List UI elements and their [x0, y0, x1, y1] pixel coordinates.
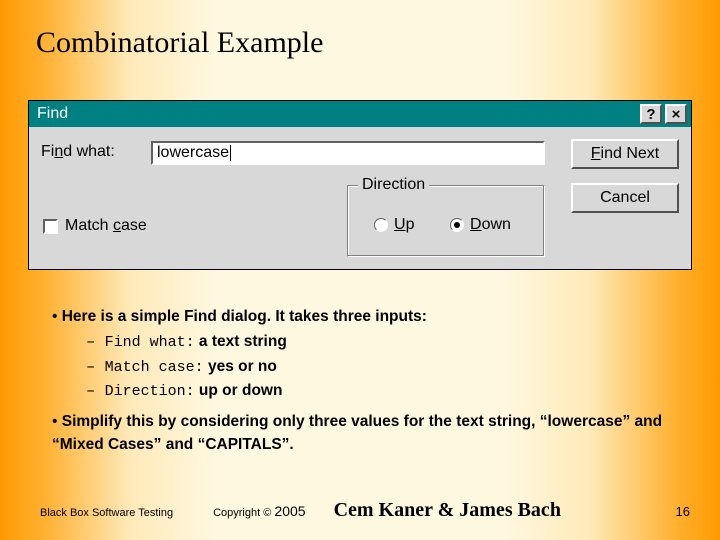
- bullet-text: Simplify this by considering only three …: [52, 413, 662, 453]
- label-part: c: [113, 217, 121, 234]
- match-case-label: Match case: [65, 217, 147, 235]
- label-part: D: [470, 216, 482, 233]
- radio-up[interactable]: [374, 218, 388, 232]
- text-caret: [230, 145, 231, 161]
- radio-up-label: Up: [394, 216, 414, 234]
- dash-item-2: Match case: yes or no: [52, 355, 672, 380]
- close-icon: ×: [672, 106, 681, 123]
- bullet-1: Here is a simple Find dialog. It takes t…: [52, 305, 672, 328]
- footer-copy-text: Copyright ©: [213, 507, 271, 519]
- dialog-titlebar: Find ? ×: [29, 101, 691, 127]
- item-rest: yes or no: [204, 358, 277, 375]
- slide-body: Here is a simple Find dialog. It takes t…: [52, 305, 672, 458]
- find-next-button[interactable]: Find Next: [571, 139, 679, 169]
- label-part: ind Next: [601, 145, 660, 162]
- item-mono: Match case:: [105, 359, 204, 376]
- button-label: Cancel: [600, 189, 650, 207]
- find-what-input[interactable]: lowercase: [151, 141, 545, 165]
- radio-down[interactable]: [450, 218, 464, 232]
- find-what-label: Find what:: [41, 143, 115, 161]
- page-number: 16: [676, 504, 690, 519]
- bullet-2: Simplify this by considering only three …: [52, 410, 672, 457]
- dialog-body: Find what: lowercase Find Next Cancel Ma…: [29, 127, 691, 269]
- label-part: Match: [65, 217, 113, 234]
- footer: Black Box Software Testing Copyright © 2…: [40, 499, 690, 522]
- dash-item-1: Find what: a text string: [52, 330, 672, 355]
- item-rest: up or down: [195, 382, 283, 399]
- footer-left: Black Box Software Testing: [40, 507, 173, 519]
- radio-dot-icon: [454, 222, 460, 228]
- label-part: p: [406, 216, 415, 233]
- bullet-text: Here is a simple Find dialog. It takes t…: [62, 308, 427, 325]
- item-mono: Direction:: [105, 383, 195, 400]
- slide-title: Combinatorial Example: [36, 26, 323, 60]
- label-part: ase: [121, 217, 147, 234]
- item-mono: Find what:: [105, 334, 195, 351]
- label-part: own: [482, 216, 511, 233]
- cancel-button[interactable]: Cancel: [571, 183, 679, 213]
- direction-group: Direction Up Down: [347, 185, 545, 257]
- help-button[interactable]: ?: [640, 104, 662, 124]
- label-part: U: [394, 216, 406, 233]
- item-rest: a text string: [195, 333, 287, 350]
- label-part: Fi: [41, 143, 54, 160]
- label-part: n: [54, 143, 63, 160]
- direction-legend: Direction: [358, 176, 429, 194]
- dialog-caption: Find: [37, 105, 637, 123]
- footer-copyright: Copyright © 2005: [213, 503, 305, 519]
- close-button[interactable]: ×: [665, 104, 687, 124]
- help-icon: ?: [646, 106, 655, 123]
- radio-down-label: Down: [470, 216, 511, 234]
- button-label: Find Next: [591, 145, 659, 163]
- match-case-checkbox[interactable]: [43, 219, 58, 234]
- find-dialog: Find ? × Find what: lowercase Find Next …: [28, 100, 692, 270]
- dash-item-3: Direction: up or down: [52, 379, 672, 404]
- footer-year: 2005: [274, 503, 305, 519]
- footer-authors: Cem Kaner & James Bach: [334, 499, 561, 522]
- label-part: F: [591, 145, 601, 162]
- label-part: d what:: [63, 143, 115, 160]
- find-what-value: lowercase: [157, 144, 229, 162]
